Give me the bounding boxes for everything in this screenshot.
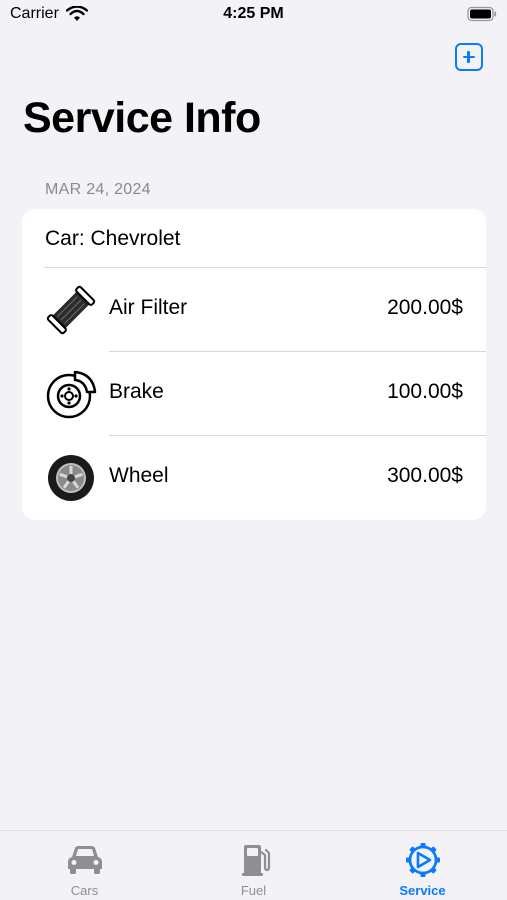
section-date-header: MAR 24, 2024 <box>45 181 151 198</box>
tab-cars[interactable]: Cars <box>0 831 169 900</box>
car-icon <box>67 846 102 874</box>
service-price: 300.00$ <box>387 464 463 487</box>
tab-bar: Cars Fuel Service <box>0 830 507 900</box>
tab-label: Cars <box>70 883 99 898</box>
brake-disc-icon <box>46 370 97 419</box>
service-row-air-filter[interactable]: Air Filter 200.00$ <box>22 268 486 351</box>
service-name: Air Filter <box>109 296 188 319</box>
status-time: 4:25 PM <box>223 5 284 22</box>
tab-label: Service <box>399 883 446 898</box>
air-filter-icon <box>46 285 96 335</box>
car-label: Car: Chevrolet <box>45 227 181 250</box>
fuel-pump-icon <box>241 845 270 876</box>
battery-icon <box>467 6 497 22</box>
gear-wrench-icon <box>405 843 440 877</box>
service-price: 200.00$ <box>387 296 463 319</box>
status-bar: Carrier 4:25 PM <box>0 0 507 30</box>
service-card: Car: Chevrolet Air Filter 200.00$ Brake … <box>22 209 486 520</box>
service-row-brake[interactable]: Brake 100.00$ <box>22 352 486 435</box>
tab-service[interactable]: Service <box>338 831 507 900</box>
add-service-button[interactable] <box>455 43 483 71</box>
tab-label: Fuel <box>240 883 267 898</box>
wheel-icon <box>48 455 94 501</box>
service-row-wheel[interactable]: Wheel 300.00$ <box>22 436 486 519</box>
service-name: Wheel <box>109 464 169 487</box>
page-title: Service Info <box>23 94 261 142</box>
tab-fuel[interactable]: Fuel <box>169 831 338 900</box>
service-name: Brake <box>109 380 164 403</box>
service-price: 100.00$ <box>387 380 463 403</box>
